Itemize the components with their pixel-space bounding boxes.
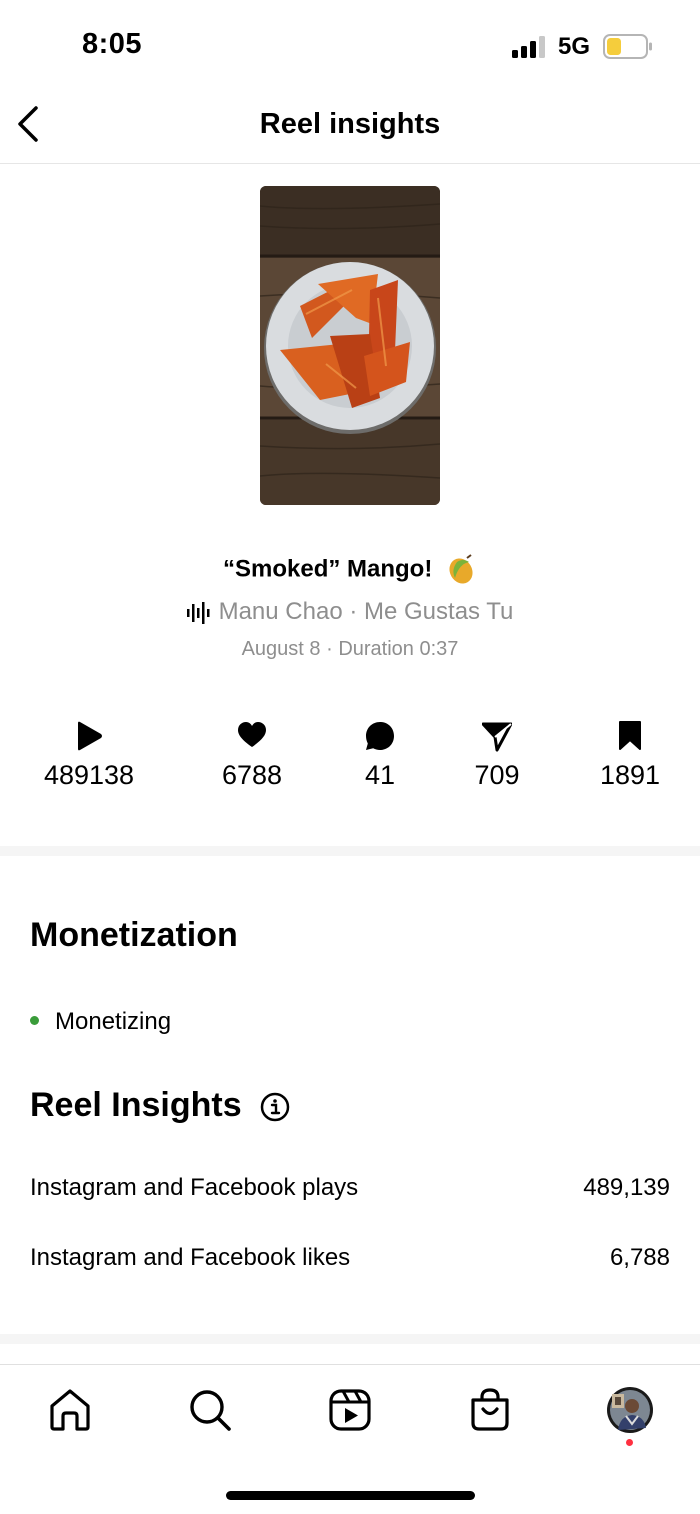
- status-bar: 8:05 5G: [0, 0, 700, 90]
- monetizing-status: Monetizing: [30, 1008, 171, 1036]
- row-label: Instagram and Facebook plays: [30, 1174, 359, 1201]
- heart-icon: [238, 722, 266, 747]
- network-label: 5G: [558, 33, 591, 60]
- profile-avatar[interactable]: [606, 1386, 654, 1434]
- home-icon[interactable]: [47, 1387, 93, 1433]
- stat-value: 489138: [43, 760, 135, 790]
- stat-value: 1891: [599, 760, 661, 790]
- insights-title: Reel Insights: [30, 1086, 242, 1124]
- battery-icon: [603, 34, 652, 59]
- audio-label: Manu Chao · Me Gustas Tu: [218, 598, 514, 625]
- stat-value: 709: [474, 760, 520, 790]
- stat-shares: 709: [427, 720, 567, 791]
- audio-wave-icon: [186, 601, 210, 624]
- section-divider: [0, 1334, 700, 1344]
- reel-thumbnail[interactable]: [260, 186, 440, 505]
- stat-saves: 1891: [560, 720, 700, 791]
- reel-title-text: “Smoked” Mango!: [222, 555, 433, 583]
- reel-meta: August 8 · Duration 0:37: [241, 638, 459, 660]
- signal-icon: [512, 36, 545, 58]
- stat-value: 6788: [221, 760, 283, 790]
- shop-icon[interactable]: [467, 1387, 513, 1433]
- search-icon[interactable]: [187, 1387, 233, 1433]
- row-value: 6,788: [609, 1244, 670, 1271]
- section-divider: [0, 846, 700, 856]
- info-icon[interactable]: [260, 1092, 290, 1122]
- comment-icon: [366, 722, 394, 750]
- reel-thumbnail-image: [260, 186, 440, 505]
- notification-dot: [626, 1439, 633, 1446]
- bottom-nav: [0, 1364, 700, 1514]
- page-title: Reel insights: [259, 108, 441, 140]
- status-time: 8:05: [82, 28, 143, 60]
- reel-title: “Smoked” Mango!: [0, 554, 700, 586]
- stat-likes: 6788: [182, 720, 322, 791]
- row-label: Instagram and Facebook likes: [30, 1244, 351, 1271]
- audio-row[interactable]: Manu Chao · Me Gustas Tu: [0, 598, 700, 626]
- monetizing-label: Monetizing: [55, 1008, 172, 1035]
- monetization-title: Monetization: [30, 916, 238, 954]
- play-icon: [78, 721, 102, 751]
- home-indicator[interactable]: [226, 1491, 475, 1500]
- header: Reel insights: [0, 90, 700, 164]
- share-icon: [482, 722, 512, 752]
- bookmark-icon: [619, 721, 641, 750]
- row-value: 489,139: [583, 1174, 670, 1201]
- status-dot: [30, 1016, 39, 1026]
- reels-icon[interactable]: [327, 1387, 373, 1433]
- stat-plays: 489138: [19, 720, 159, 791]
- mango-icon: [449, 554, 473, 584]
